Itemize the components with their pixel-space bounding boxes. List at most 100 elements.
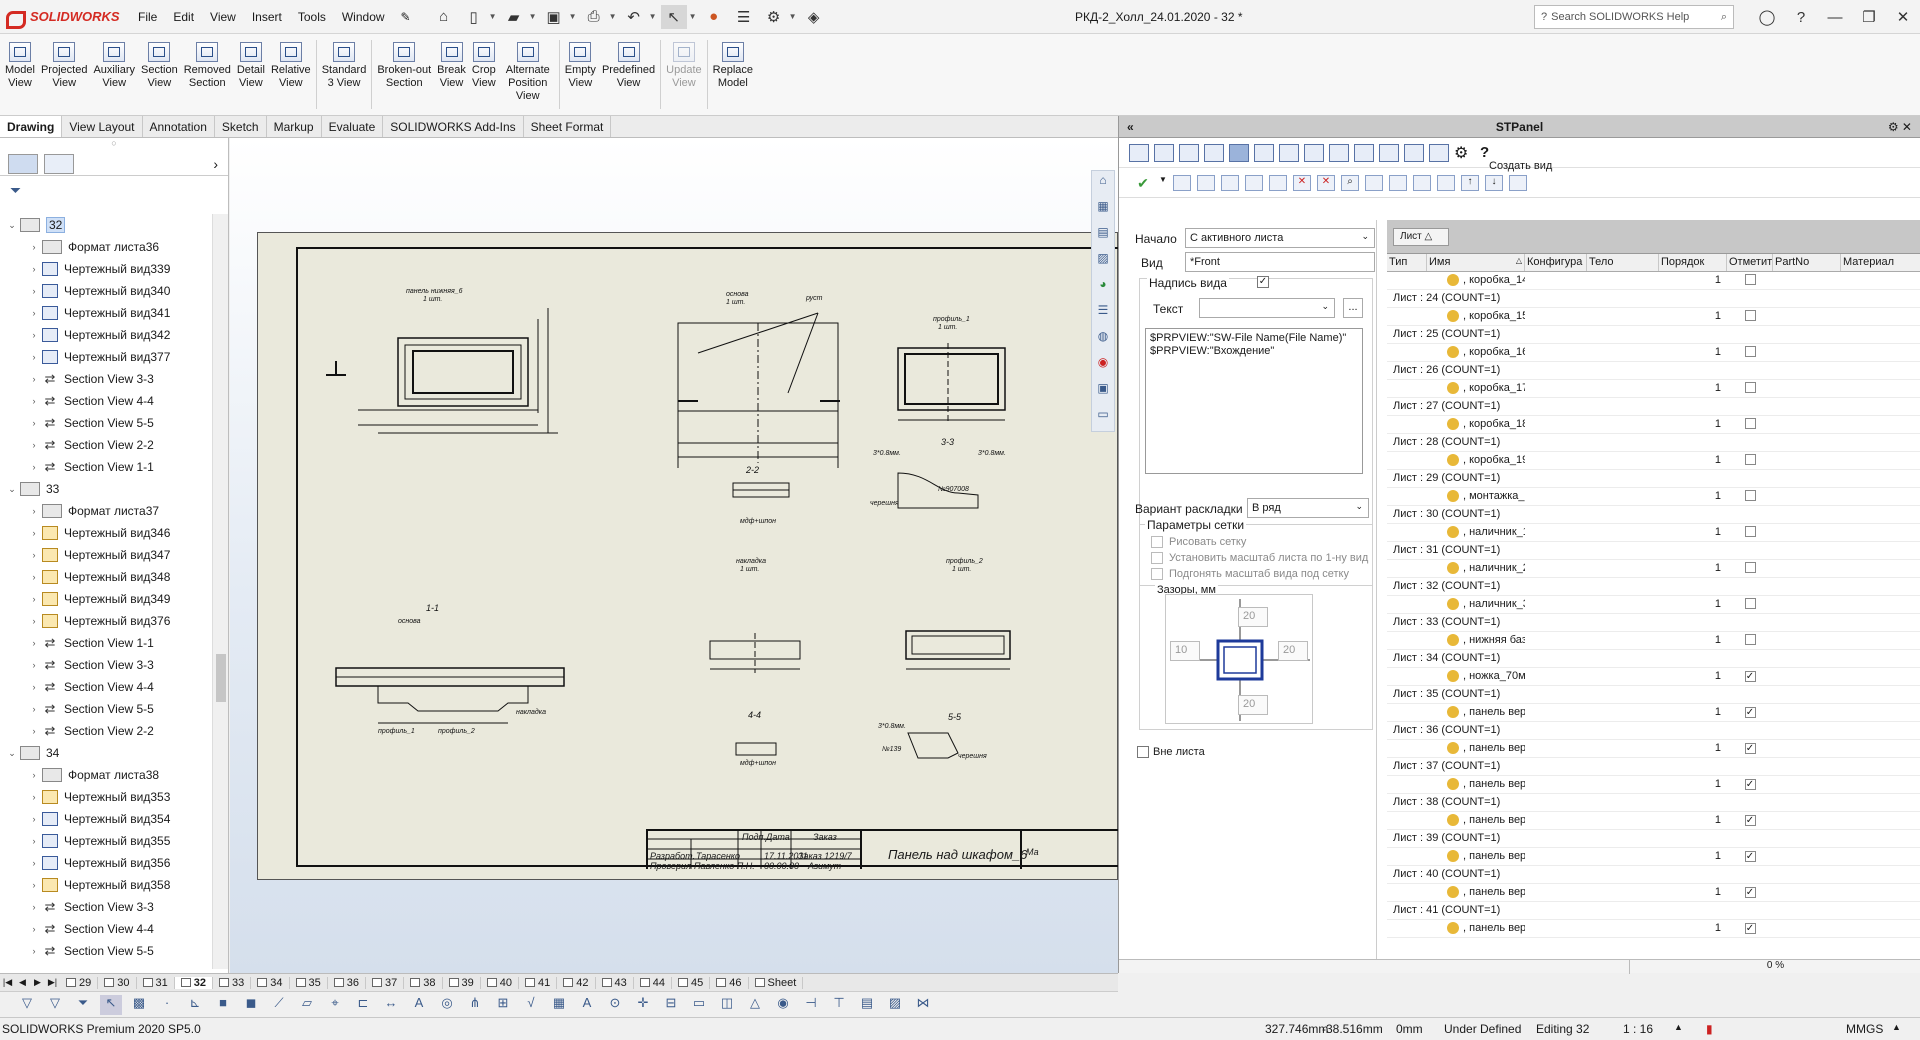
body-filter-icon[interactable]: ◼: [240, 995, 262, 1015]
save-icon[interactable]: ▣: [541, 5, 567, 29]
group-header[interactable]: Лист : 32 (COUNT=1): [1387, 578, 1920, 596]
expand-chevron-icon[interactable]: ›: [26, 924, 42, 934]
group-header[interactable]: Лист : 24 (COUNT=1): [1387, 290, 1920, 308]
sheet-tab[interactable]: 46: [710, 976, 749, 989]
group-header[interactable]: Лист : 33 (COUNT=1): [1387, 614, 1920, 632]
datum-filter-icon[interactable]: ⊞: [492, 995, 514, 1015]
tab-drawing[interactable]: Drawing: [0, 116, 63, 137]
broken-out-section-button[interactable]: Broken-out Section: [374, 34, 434, 115]
mark-checkbox[interactable]: ✓: [1744, 670, 1756, 682]
expand-chevron-icon[interactable]: ›: [26, 550, 42, 560]
weld-filter-icon[interactable]: ⋔: [464, 995, 486, 1015]
model-view-button[interactable]: Model View: [2, 34, 38, 115]
table-row[interactable]: , панель верхняя_1 1 ✓: [1387, 704, 1920, 722]
expand-chevron-icon[interactable]: ›: [26, 308, 42, 318]
expand-chevron-icon[interactable]: ›: [26, 946, 42, 956]
undo-icon[interactable]: ↶: [621, 5, 647, 29]
create-view-tool-icon[interactable]: [1229, 143, 1249, 162]
feature-tree-tab-icon[interactable]: [8, 153, 38, 174]
gap-left-input[interactable]: 10: [1170, 641, 1200, 661]
home-pane-icon[interactable]: ⌂: [1094, 173, 1112, 197]
expand-chevron-icon[interactable]: ›: [26, 814, 42, 824]
tab-evaluate[interactable]: Evaluate: [322, 116, 384, 137]
drawing-sheet[interactable]: панель нижняя_6 1 шт. основа 1 шт. руст …: [257, 232, 1166, 880]
tree-item[interactable]: ⌄ 34: [0, 742, 212, 764]
cell-mark[interactable]: [1727, 560, 1773, 578]
cell-mark[interactable]: ✓: [1727, 848, 1773, 866]
scale-up-icon[interactable]: ▲: [1674, 1022, 1683, 1032]
tab-sheet-format[interactable]: Sheet Format: [524, 116, 612, 137]
cell-mark[interactable]: [1727, 488, 1773, 506]
group-header[interactable]: Лист : 35 (COUNT=1): [1387, 686, 1920, 704]
expand-chevron-icon[interactable]: ›: [26, 836, 42, 846]
tree-item[interactable]: › Чертежный вид356: [0, 852, 212, 874]
group-header[interactable]: Лист : 25 (COUNT=1): [1387, 326, 1920, 344]
expand-chevron-icon[interactable]: ›: [26, 506, 42, 516]
tree-item[interactable]: › Чертежный вид358: [0, 874, 212, 896]
tool-2-icon[interactable]: [1154, 143, 1174, 162]
sheet-tab[interactable]: 34: [251, 976, 290, 989]
cell-mark[interactable]: [1727, 380, 1773, 398]
table-row[interactable]: , панель верхняя_3 1 ✓: [1387, 776, 1920, 794]
caption-textarea[interactable]: $PRPVIEW:"SW-File Name(File Name)" $PRPV…: [1145, 328, 1363, 474]
gap-bottom-input[interactable]: 20: [1238, 695, 1268, 715]
tab-view-layout[interactable]: View Layout: [62, 116, 143, 137]
tree-item[interactable]: › Чертежный вид348: [0, 566, 212, 588]
filter-toggle-icon[interactable]: ▽: [16, 995, 38, 1015]
cell-mark[interactable]: [1727, 272, 1773, 290]
custom-properties-icon[interactable]: ▣: [1094, 381, 1112, 405]
block-icon[interactable]: ▭: [688, 995, 710, 1015]
edge-filter-icon[interactable]: ⊾: [184, 995, 206, 1015]
cell-mark[interactable]: [1727, 416, 1773, 434]
expand-chevron-icon[interactable]: ›: [26, 858, 42, 868]
tree-item[interactable]: ⌄ 33: [0, 478, 212, 500]
text-filter-icon[interactable]: A: [576, 995, 598, 1015]
paste-special-icon[interactable]: [1221, 174, 1239, 191]
text-select[interactable]: ⌄: [1199, 298, 1335, 318]
restore-icon[interactable]: ❐: [1852, 8, 1886, 26]
tree-item[interactable]: › ⇄ Section View 1-1: [0, 456, 212, 478]
hole-callout-icon[interactable]: ⊙: [604, 995, 626, 1015]
scrollbar-thumb[interactable]: [216, 654, 226, 702]
expand-chevron-icon[interactable]: ›: [26, 902, 42, 912]
sheet-tab[interactable]: 32: [174, 976, 213, 989]
cell-mark[interactable]: ✓: [1727, 740, 1773, 758]
sheet-scale-checkbox[interactable]: [1151, 552, 1163, 564]
menu-window[interactable]: Window: [334, 10, 393, 24]
expand-chevron-icon[interactable]: ›: [26, 330, 42, 340]
tool-11-icon[interactable]: [1379, 143, 1399, 162]
file-properties-icon[interactable]: ☰: [731, 5, 757, 29]
layout-select[interactable]: В ряд ⌄: [1247, 498, 1369, 518]
tree-item[interactable]: › Чертежный вид342: [0, 324, 212, 346]
sheet-tab[interactable]: 42: [557, 976, 596, 989]
tool-6-icon[interactable]: [1254, 143, 1274, 162]
tool-8-icon[interactable]: [1304, 143, 1324, 162]
tree-icon[interactable]: [1509, 174, 1527, 191]
group-header[interactable]: Лист : 34 (COUNT=1): [1387, 650, 1920, 668]
expand-chevron-icon[interactable]: ›: [26, 374, 42, 384]
new-document-icon[interactable]: ▯: [461, 5, 487, 29]
group-header[interactable]: Лист : 40 (COUNT=1): [1387, 866, 1920, 884]
table-row[interactable]: , коробка_14 1: [1387, 272, 1920, 290]
dimension-filter-icon[interactable]: ↔: [380, 995, 402, 1015]
cell-mark[interactable]: [1727, 524, 1773, 542]
crop-view-button[interactable]: Crop View: [469, 34, 499, 115]
expand-chevron-icon[interactable]: ›: [26, 572, 42, 582]
sketch-filter-icon[interactable]: ⊏: [352, 995, 374, 1015]
balloon-filter-icon[interactable]: ◎: [436, 995, 458, 1015]
group-header[interactable]: Лист : 36 (COUNT=1): [1387, 722, 1920, 740]
table-row[interactable]: , наличник_3 1: [1387, 596, 1920, 614]
mark-checkbox[interactable]: ✓: [1744, 922, 1756, 934]
mark-checkbox[interactable]: [1744, 633, 1756, 645]
expand-chevron-icon[interactable]: ›: [26, 396, 42, 406]
sheet-tab[interactable]: 30: [98, 976, 137, 989]
tree-item[interactable]: › ⇄ Section View 2-2: [0, 720, 212, 742]
group-header[interactable]: Лист : 41 (COUNT=1): [1387, 902, 1920, 920]
cell-mark[interactable]: ✓: [1727, 776, 1773, 794]
new-dropdown-icon[interactable]: ▼: [489, 12, 499, 21]
expand-chevron-icon[interactable]: ›: [26, 660, 42, 670]
draw-grid-checkbox[interactable]: [1151, 536, 1163, 548]
cell-mark[interactable]: [1727, 596, 1773, 614]
col-mark[interactable]: Отметить: [1727, 254, 1773, 271]
mark-checkbox[interactable]: [1744, 453, 1756, 465]
